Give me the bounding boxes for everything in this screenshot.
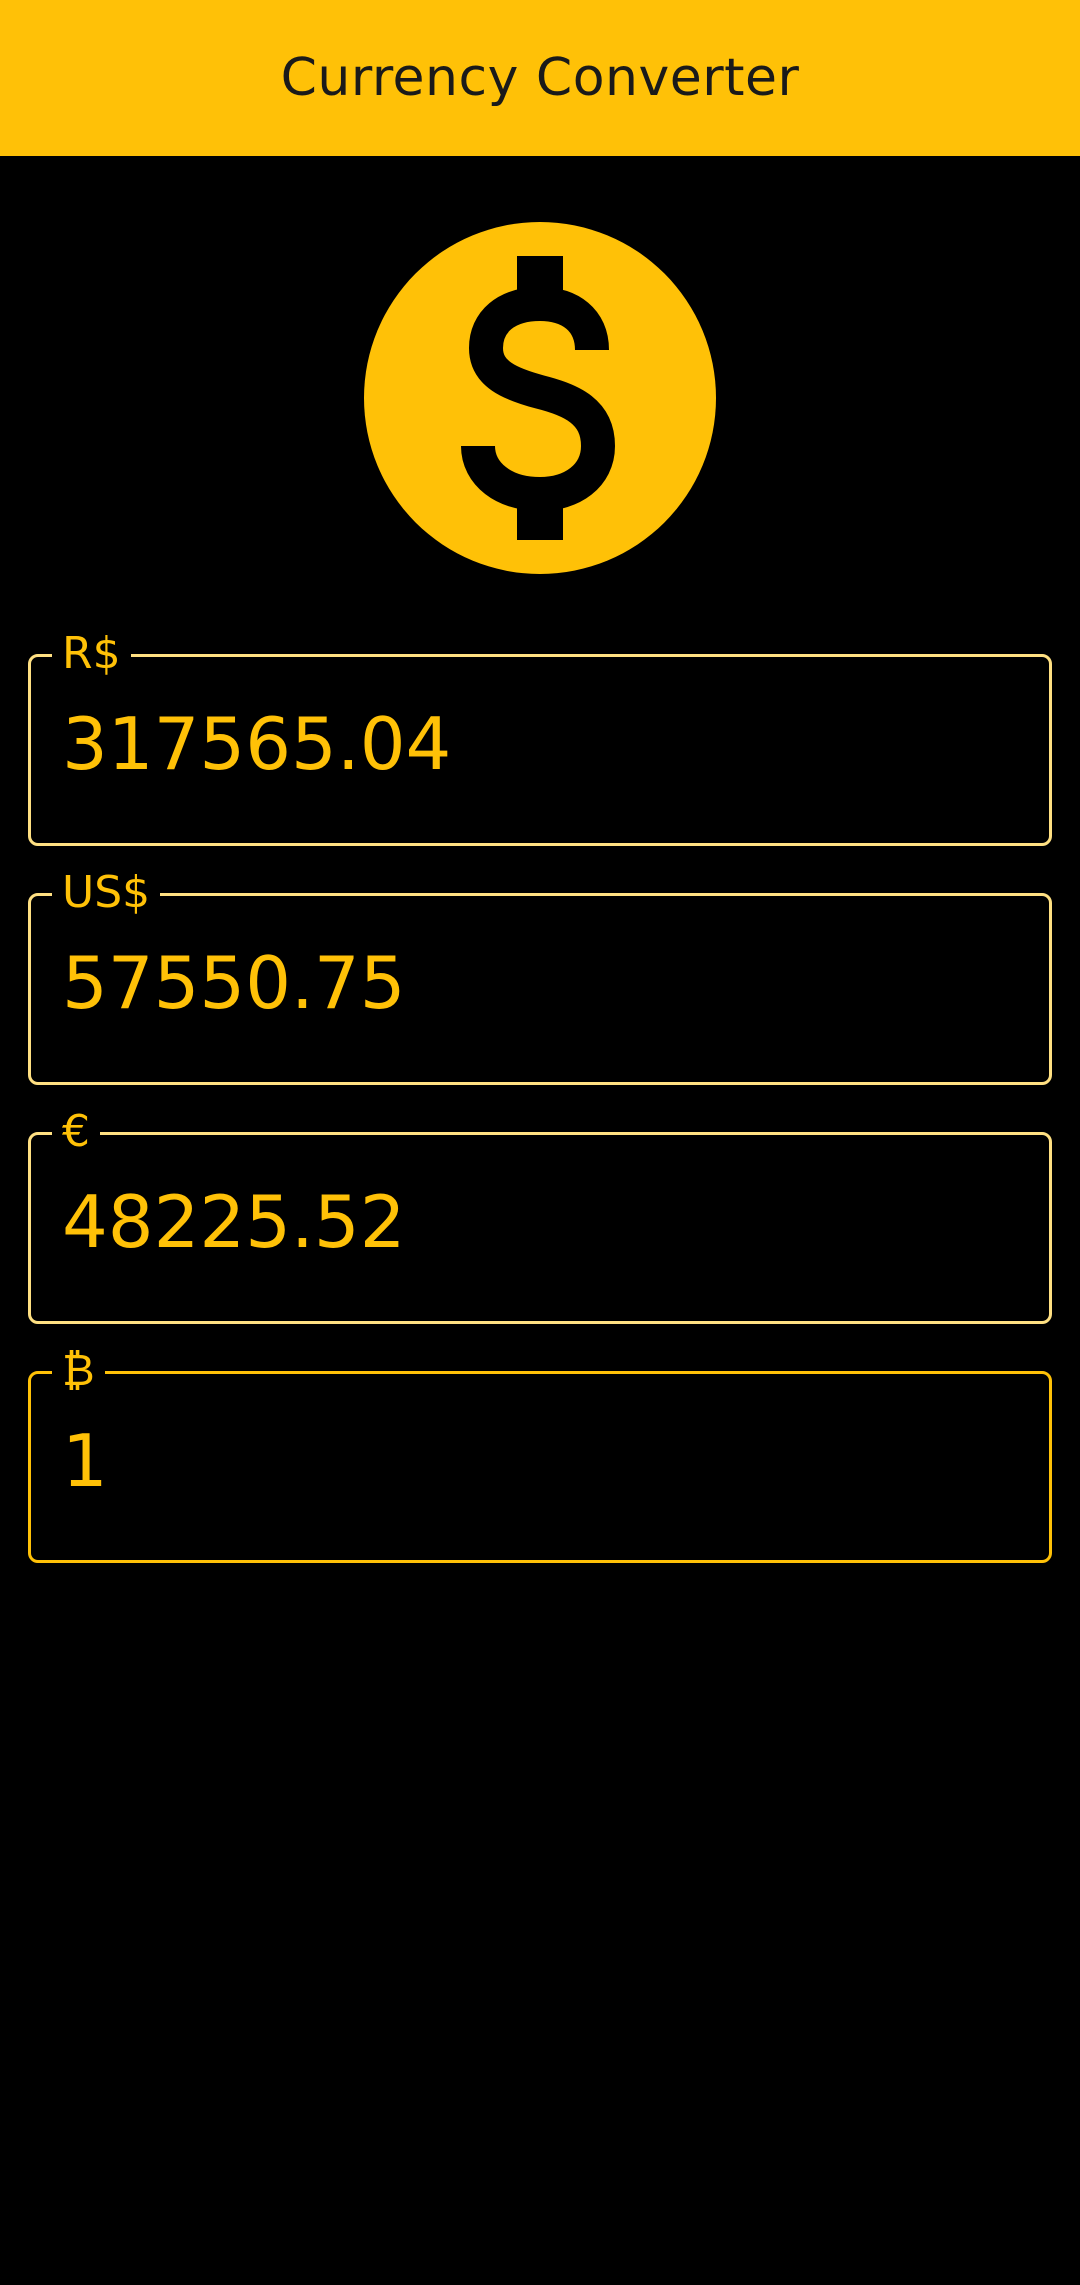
btc-field-label: ₿: [52, 1343, 105, 1399]
brl-field-label: R$: [52, 626, 131, 682]
usd-field[interactable]: US$ 57550.75: [28, 865, 1052, 1085]
dollar-coin-icon: [364, 222, 716, 574]
brl-field[interactable]: R$ 317565.04: [28, 626, 1052, 846]
usd-field-label: US$: [52, 865, 161, 921]
eur-field[interactable]: € 48225.52: [28, 1104, 1052, 1324]
eur-input[interactable]: 48225.52: [62, 1178, 1012, 1266]
btc-input[interactable]: 1: [62, 1417, 1012, 1505]
eur-field-label: €: [52, 1104, 100, 1160]
app-title: Currency Converter: [280, 48, 800, 108]
usd-input[interactable]: 57550.75: [62, 939, 1012, 1027]
app-bar: Currency Converter: [0, 0, 1080, 156]
btc-field[interactable]: ₿ 1: [28, 1343, 1052, 1563]
brl-input[interactable]: 317565.04: [62, 700, 1012, 788]
